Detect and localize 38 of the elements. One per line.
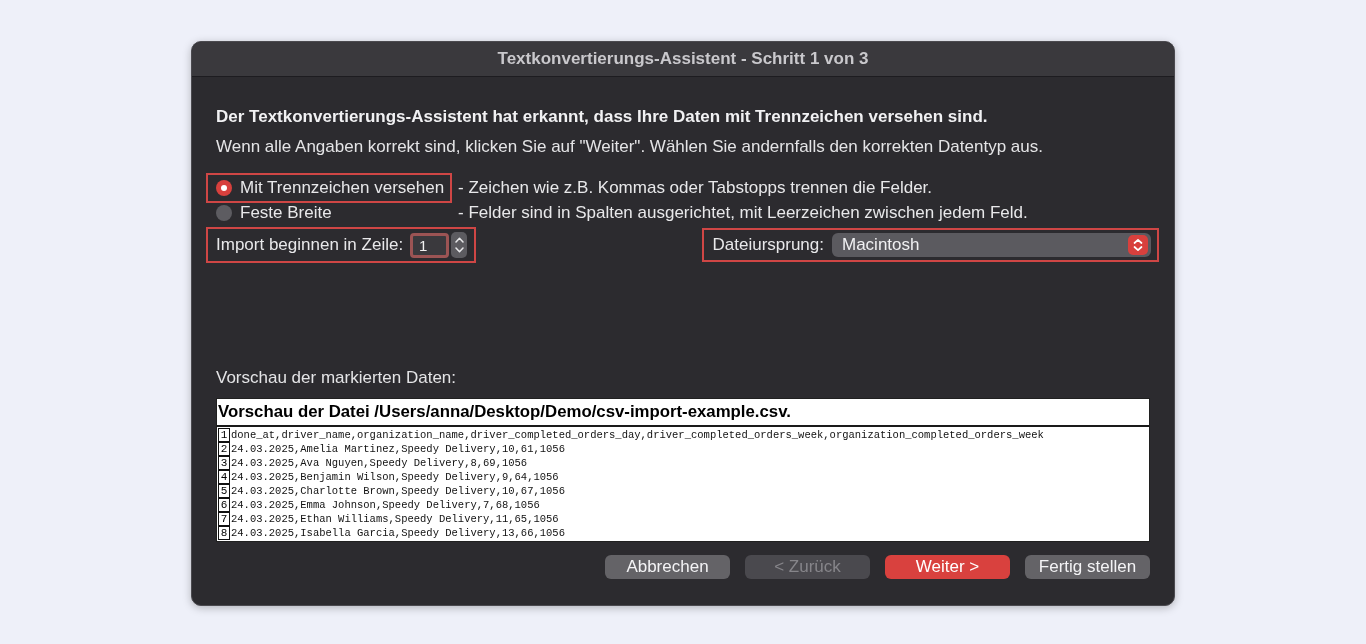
- line-number: 8: [218, 526, 230, 540]
- preview-line: 24.03.2025,Ethan Williams,Speedy Delivery,11,65,1056: [231, 512, 559, 526]
- radio-label[interactable]: Mit Trennzeichen versehen: [240, 178, 445, 198]
- line-number: 5: [218, 484, 230, 498]
- dialog-button[interactable]: Abbrechen: [605, 555, 730, 579]
- line-number: 4: [218, 470, 230, 484]
- preview-line: 24.03.2025,Ava Nguyen,Speedy Delivery,8,69,1056: [231, 456, 528, 470]
- stepper-control[interactable]: [451, 232, 468, 258]
- preview-line: 24.03.2025,Isabella Garcia,Speedy Delivery,13,66,1056: [231, 526, 565, 540]
- option-description: - Zeichen wie z.B. Kommas oder Tabstopps trennen die Felder.: [458, 177, 934, 198]
- field-label: Import beginnen in Zeile:: [216, 235, 404, 255]
- start-row-input[interactable]: 1: [410, 232, 450, 258]
- preview-line: 24.03.2025,Amelia Martinez,Speedy Delivery,10,61,1056: [231, 442, 565, 456]
- heading-text: Der Textkonvertierungs-Assistent hat erkannt, dass Ihre Daten mit Trennzeichen versehen sind.: [216, 107, 989, 127]
- updown-chevron-icon: [1128, 235, 1148, 255]
- window-title: Textkonvertierungs-Assistent - Schritt 1 von 3: [497, 49, 869, 69]
- preview-label: Vorschau der markierten Daten:: [216, 368, 457, 388]
- intro-text: Wenn alle Angaben korrekt sind, klicken Sie auf "Weiter". Wählen Sie andernfalls den korrekten Datentyp aus.: [216, 137, 1044, 157]
- preview-line: 24.03.2025,Emma Johnson,Speedy Delivery,7,68,1056: [231, 498, 540, 512]
- line-number: 2: [218, 442, 230, 456]
- option-description: - Felder sind in Spalten ausgerichtet, mit Leerzeichen zwischen jedem Feld.: [458, 202, 1029, 223]
- dropdown[interactable]: Macintosh: [832, 233, 1151, 257]
- chevron-up-icon: [454, 236, 464, 243]
- line-number: 7: [218, 512, 230, 526]
- preview-line: 24.03.2025,Charlotte Brown,Speedy Delivery,10,67,1056: [231, 484, 565, 498]
- radio-button[interactable]: [216, 180, 232, 196]
- radio-button[interactable]: [216, 205, 232, 221]
- dialog-button[interactable]: Weiter >: [885, 555, 1010, 579]
- radio-label[interactable]: Feste Breite: [240, 203, 332, 223]
- preview-line: 24.03.2025,Benjamin Wilson,Speedy Delivery,9,64,1056: [231, 470, 559, 484]
- chevron-down-icon: [454, 247, 464, 254]
- line-number: 1: [218, 428, 230, 442]
- line-number: 3: [218, 456, 230, 470]
- preview-line: done_at,driver_name,organization_name,driver_completed_orders_day,driver_completed_orders_week,organization_completed_orders_week: [231, 428, 1044, 442]
- line-number: 6: [218, 498, 230, 512]
- dialog-button[interactable]: Fertig stellen: [1025, 555, 1150, 579]
- preview-title: Vorschau der Datei /Users/anna/Desktop/Demo/csv-import-example.csv.: [217, 399, 1149, 427]
- field-label: Dateiursprung:: [712, 235, 824, 255]
